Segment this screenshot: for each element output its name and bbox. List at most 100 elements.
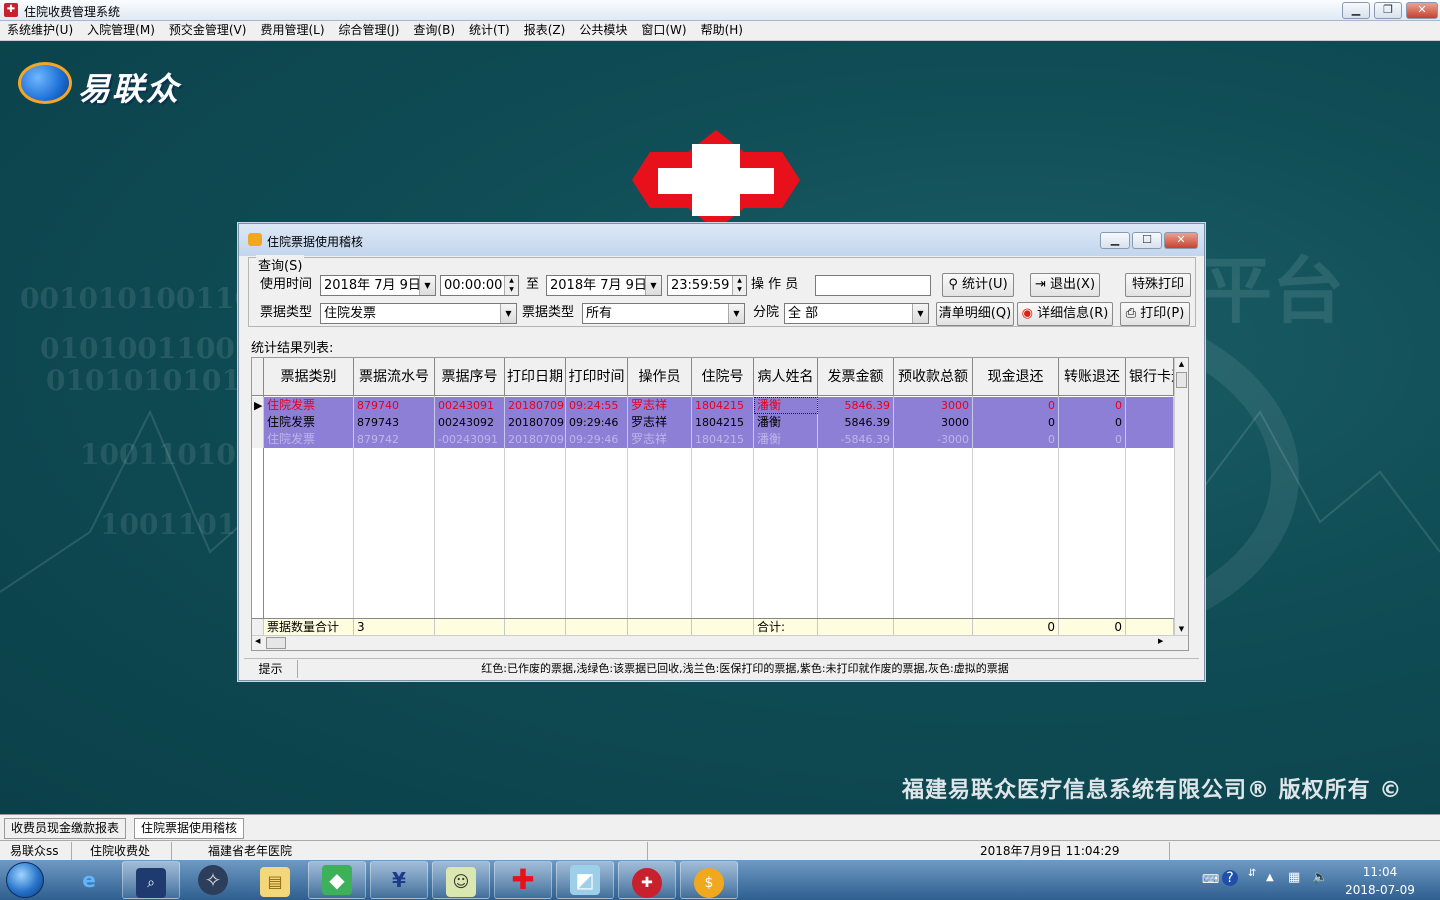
scroll-down-icon[interactable]: ▼: [1175, 625, 1188, 633]
chevron-down-icon[interactable]: ▼: [645, 276, 661, 295]
grid-cell[interactable]: 潘衡: [754, 431, 818, 448]
menu-general[interactable]: 综合管理(J): [332, 21, 407, 40]
grid-cell[interactable]: -5846.39: [818, 431, 894, 448]
app-taskbar-button[interactable]: ✚: [618, 861, 676, 899]
grid-cell[interactable]: 0: [1059, 431, 1126, 448]
column-header[interactable]: 打印日期: [505, 358, 566, 396]
menu-public[interactable]: 公共模块: [572, 21, 634, 40]
date-to-picker[interactable]: 2018年 7月 9日 ▼: [546, 275, 662, 296]
volume-muted-icon[interactable]: 🔈: [1312, 870, 1328, 885]
detail-list-button[interactable]: 清单明细(Q): [936, 302, 1014, 326]
menu-admission[interactable]: 入院管理(M): [80, 21, 162, 40]
grid-cell[interactable]: 20180709: [505, 414, 566, 431]
table-row[interactable]: 住院发票 879743 00243092 20180709 09:29:46 罗…: [252, 414, 1174, 431]
column-header[interactable]: 发票金额: [818, 358, 894, 396]
app-taskbar-button[interactable]: ✧: [184, 861, 242, 899]
time-to-spinner[interactable]: 23:59:59 ▲ ▼: [667, 275, 747, 296]
grid-cell[interactable]: [1126, 397, 1174, 414]
grid-cell[interactable]: 3000: [894, 414, 973, 431]
time-from-spinner[interactable]: 00:00:00 ▲ ▼: [440, 275, 519, 296]
date-from-picker[interactable]: 2018年 7月 9日 ▼: [320, 275, 436, 296]
close-button[interactable]: ✕: [1406, 2, 1438, 19]
grid-cell[interactable]: 09:29:46: [566, 414, 628, 431]
grid-cell[interactable]: -3000: [894, 431, 973, 448]
grid-cell[interactable]: 0: [973, 397, 1059, 414]
column-header[interactable]: 现金退还: [973, 358, 1059, 396]
exit-button[interactable]: ⇥ 退出(X): [1030, 273, 1100, 297]
restore-button[interactable]: ❐: [1374, 2, 1402, 19]
grid-cell[interactable]: 00243091: [435, 397, 505, 414]
scroll-up-icon[interactable]: ▲: [1175, 358, 1188, 370]
start-button-icon[interactable]: [6, 862, 44, 898]
operator-input[interactable]: [815, 275, 931, 296]
column-header[interactable]: 票据类别: [264, 358, 354, 396]
ticket-type2-select[interactable]: 所有 ▼: [582, 303, 745, 324]
menu-deposit[interactable]: 预交金管理(V): [162, 21, 254, 40]
menu-reports[interactable]: 报表(Z): [517, 21, 573, 40]
grid-cell[interactable]: 879740: [354, 397, 435, 414]
help-icon[interactable]: ?: [1222, 870, 1238, 886]
grid-cell[interactable]: [1126, 414, 1174, 431]
menu-statistics[interactable]: 统计(T): [462, 21, 517, 40]
column-header[interactable]: 票据序号: [435, 358, 505, 396]
chevron-down-icon[interactable]: ▼: [419, 276, 435, 295]
menu-query[interactable]: 查询(B): [406, 21, 462, 40]
ie-taskbar-button[interactable]: e: [60, 861, 118, 899]
table-row[interactable]: 住院发票 879742 -00243091 20180709 09:29:46 …: [252, 431, 1174, 448]
window-minimize-button[interactable]: ▁: [1100, 232, 1130, 249]
app-taskbar-button[interactable]: ◆: [308, 861, 366, 899]
grid-cell[interactable]: 潘衡: [754, 397, 818, 414]
chevron-down-icon[interactable]: ▼: [728, 304, 744, 323]
branch-select[interactable]: 全 部 ▼: [784, 303, 929, 324]
show-hidden-icons-icon[interactable]: ▲: [1266, 872, 1274, 883]
grid-cell[interactable]: 罗志祥: [628, 397, 692, 414]
scroll-left-icon[interactable]: ◀: [255, 637, 260, 645]
table-row[interactable]: ▶ 住院发票 879740 00243091 20180709 09:24:55…: [252, 397, 1174, 414]
scroll-right-icon[interactable]: ▶: [1158, 637, 1163, 645]
column-header[interactable]: 预收款总额: [894, 358, 973, 396]
window-maximize-button[interactable]: ☐: [1132, 232, 1162, 249]
menu-system[interactable]: 系统维护(U): [0, 21, 80, 40]
window-close-button[interactable]: ✕: [1164, 232, 1198, 249]
ticket-type-select[interactable]: 住院发票 ▼: [320, 303, 517, 324]
grid-cell[interactable]: 5846.39: [818, 397, 894, 414]
keyboard-icon[interactable]: ⌨: [1202, 872, 1219, 886]
spinner-arrows-icon[interactable]: ▲ ▼: [504, 276, 518, 295]
stat-button[interactable]: ⚲ 统计(U): [942, 273, 1014, 297]
grid-cell[interactable]: 罗志祥: [628, 431, 692, 448]
grid-cell[interactable]: 住院发票: [264, 397, 354, 414]
grid-cell[interactable]: 20180709: [505, 397, 566, 414]
tab-ticket-audit[interactable]: 住院票据使用稽核: [134, 818, 245, 839]
app-taskbar-button[interactable]: ¥: [370, 861, 428, 899]
grid-cell[interactable]: 09:29:46: [566, 431, 628, 448]
grid-cell[interactable]: 0: [973, 414, 1059, 431]
app-taskbar-button[interactable]: ▤: [246, 861, 304, 899]
grid-cell[interactable]: 1804215: [692, 397, 754, 414]
grid-cell[interactable]: 5846.39: [818, 414, 894, 431]
menu-window[interactable]: 窗口(W): [634, 21, 693, 40]
tab-cash-report[interactable]: 收费员现金缴款报表: [4, 818, 127, 839]
menu-fees[interactable]: 费用管理(L): [253, 21, 331, 40]
column-header[interactable]: 银行卡退: [1126, 358, 1174, 396]
app-taskbar-button[interactable]: ☺: [432, 861, 490, 899]
grid-cell[interactable]: -00243091: [435, 431, 505, 448]
grid-cell[interactable]: 0: [1059, 397, 1126, 414]
horizontal-scrollbar[interactable]: ◀ ▶: [252, 635, 1188, 650]
minimize-button[interactable]: ▁: [1342, 2, 1370, 19]
grid-cell[interactable]: [1126, 431, 1174, 448]
grid-cell[interactable]: 罗志祥: [628, 414, 692, 431]
grid-cell[interactable]: 09:24:55: [566, 397, 628, 414]
grid-cell[interactable]: 3000: [894, 397, 973, 414]
chevron-down-icon[interactable]: ▼: [912, 304, 928, 323]
special-print-button[interactable]: 特殊打印: [1125, 273, 1191, 297]
vertical-scrollbar[interactable]: ▲ ▼: [1174, 358, 1188, 635]
column-header[interactable]: 病人姓名: [754, 358, 818, 396]
column-header[interactable]: 票据流水号: [354, 358, 435, 396]
detail-info-button[interactable]: ◉ 详细信息(R): [1017, 302, 1113, 326]
grid-cell[interactable]: 00243092: [435, 414, 505, 431]
grid-cell[interactable]: 潘衡: [754, 414, 818, 431]
grid-cell[interactable]: 0: [973, 431, 1059, 448]
grid-cell[interactable]: 879743: [354, 414, 435, 431]
menu-help[interactable]: 帮助(H): [694, 21, 750, 40]
grid-cell[interactable]: 1804215: [692, 431, 754, 448]
